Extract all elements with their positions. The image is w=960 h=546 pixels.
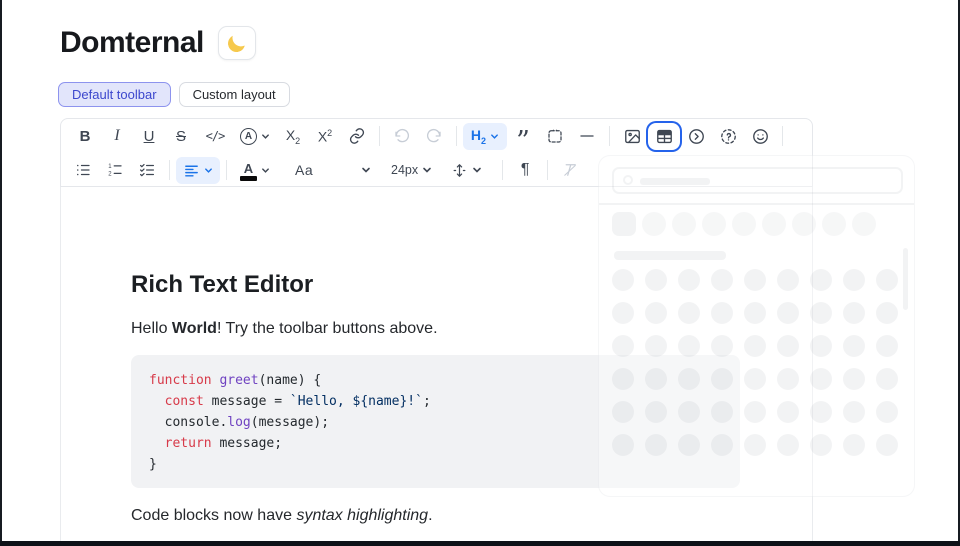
picker-scrollbar[interactable] [903, 248, 908, 310]
quote-icon: ” [516, 126, 530, 157]
paragraph-marks-button[interactable]: ¶ [509, 157, 541, 184]
code-block-button[interactable] [539, 123, 571, 150]
color-swatch [240, 175, 257, 181]
toolbar-divider [782, 126, 783, 146]
document-paragraph-intro: Hello World! Try the toolbar buttons abo… [131, 320, 438, 337]
inline-code-button[interactable]: </> [197, 123, 233, 150]
window-edge-left [0, 0, 2, 546]
bullet-list-button[interactable] [67, 157, 99, 184]
undo-icon [395, 128, 410, 143]
task-list-icon [139, 163, 155, 177]
search-placeholder-bar [640, 178, 710, 185]
fading-picker-popover [598, 155, 915, 497]
subscript-button[interactable]: X2 [277, 123, 309, 150]
task-list-button[interactable] [131, 157, 163, 184]
horizontal-rule-button[interactable] [571, 123, 603, 150]
toolbar-mode-tabs: Default toolbar Custom layout [58, 82, 290, 107]
chevron-down-icon [262, 167, 269, 173]
window-edge-bottom [0, 541, 960, 546]
toolbar-divider [456, 126, 457, 146]
moon-icon [226, 32, 247, 53]
picker-item-grid[interactable] [612, 269, 903, 456]
bullet-list-icon [77, 164, 90, 176]
page-title: Domternal [60, 26, 204, 59]
search-icon [623, 175, 633, 185]
chevron-down-icon [423, 167, 431, 173]
emoji-icon [752, 128, 768, 144]
chevron-down-icon [262, 133, 269, 139]
text-style-dropdown[interactable]: A [233, 123, 277, 150]
picker-section-label [614, 251, 726, 260]
superscript-button[interactable]: X2 [309, 123, 341, 150]
blockquote-button[interactable]: ” [507, 123, 539, 157]
toolbar-row-1: B I U S </> A X2 X2 H2 ” [61, 119, 812, 157]
align-dropdown[interactable] [176, 156, 220, 184]
special-character-button[interactable] [712, 123, 744, 150]
circled-a-icon: A [240, 127, 257, 145]
svg-text:2: 2 [108, 171, 112, 177]
text-color-icon: A [240, 160, 257, 181]
redo-icon [426, 128, 441, 143]
link-button[interactable] [341, 123, 373, 150]
toolbar-divider [169, 160, 170, 180]
toolbar-divider [379, 126, 380, 146]
picker-search-input[interactable] [612, 167, 903, 194]
svg-text:1: 1 [108, 164, 112, 170]
clear-format-icon [564, 164, 576, 176]
picker-category-row[interactable] [612, 212, 876, 236]
toolbar-divider [502, 160, 504, 180]
horizontal-rule-icon [580, 135, 594, 137]
line-height-icon [453, 163, 466, 177]
undo-button[interactable] [386, 123, 418, 150]
ordered-list-button[interactable]: 12 [99, 157, 131, 184]
text-color-dropdown[interactable]: A [233, 157, 277, 184]
heading-dropdown[interactable]: H2 [463, 122, 507, 150]
clear-formatting-button[interactable] [554, 157, 586, 184]
app-header: Domternal [60, 26, 256, 60]
toolbar-divider [547, 160, 549, 180]
code-block-icon [548, 129, 562, 143]
toolbar-divider [609, 126, 610, 146]
theme-toggle-button[interactable] [217, 26, 256, 60]
link-icon [349, 128, 365, 144]
special-character-icon [720, 128, 736, 144]
emoji-button[interactable] [744, 123, 776, 150]
document-paragraph-outro: Code blocks now have syntax highlighting… [131, 507, 433, 524]
details-button[interactable] [680, 123, 712, 150]
table-button[interactable] [648, 123, 680, 150]
picker-divider [599, 203, 914, 205]
pilcrow-icon: ¶ [520, 161, 530, 178]
font-family-dropdown[interactable]: Aa [287, 157, 379, 184]
bold-button[interactable]: B [69, 123, 101, 150]
tab-custom-layout[interactable]: Custom layout [178, 82, 290, 107]
chevron-down-icon [472, 167, 481, 173]
align-left-icon [185, 165, 198, 177]
image-icon [624, 129, 640, 143]
ordered-list-icon: 12 [108, 164, 122, 177]
italic-button[interactable]: I [101, 123, 133, 150]
font-size-dropdown[interactable]: 24px [387, 157, 436, 184]
redo-button[interactable] [418, 123, 450, 150]
line-height-dropdown[interactable] [444, 157, 488, 184]
strikethrough-button[interactable]: S [165, 123, 197, 150]
details-icon [688, 128, 704, 144]
toolbar-divider [226, 160, 227, 180]
document-heading: Rich Text Editor [131, 271, 314, 298]
picker-content-faded [599, 156, 914, 496]
table-icon [656, 129, 672, 143]
image-button[interactable] [616, 123, 648, 150]
tab-default-toolbar[interactable]: Default toolbar [58, 82, 171, 107]
chevron-down-icon [205, 167, 212, 173]
underline-button[interactable]: U [133, 123, 165, 150]
chevron-down-icon [362, 167, 370, 173]
chevron-down-icon [491, 133, 498, 139]
